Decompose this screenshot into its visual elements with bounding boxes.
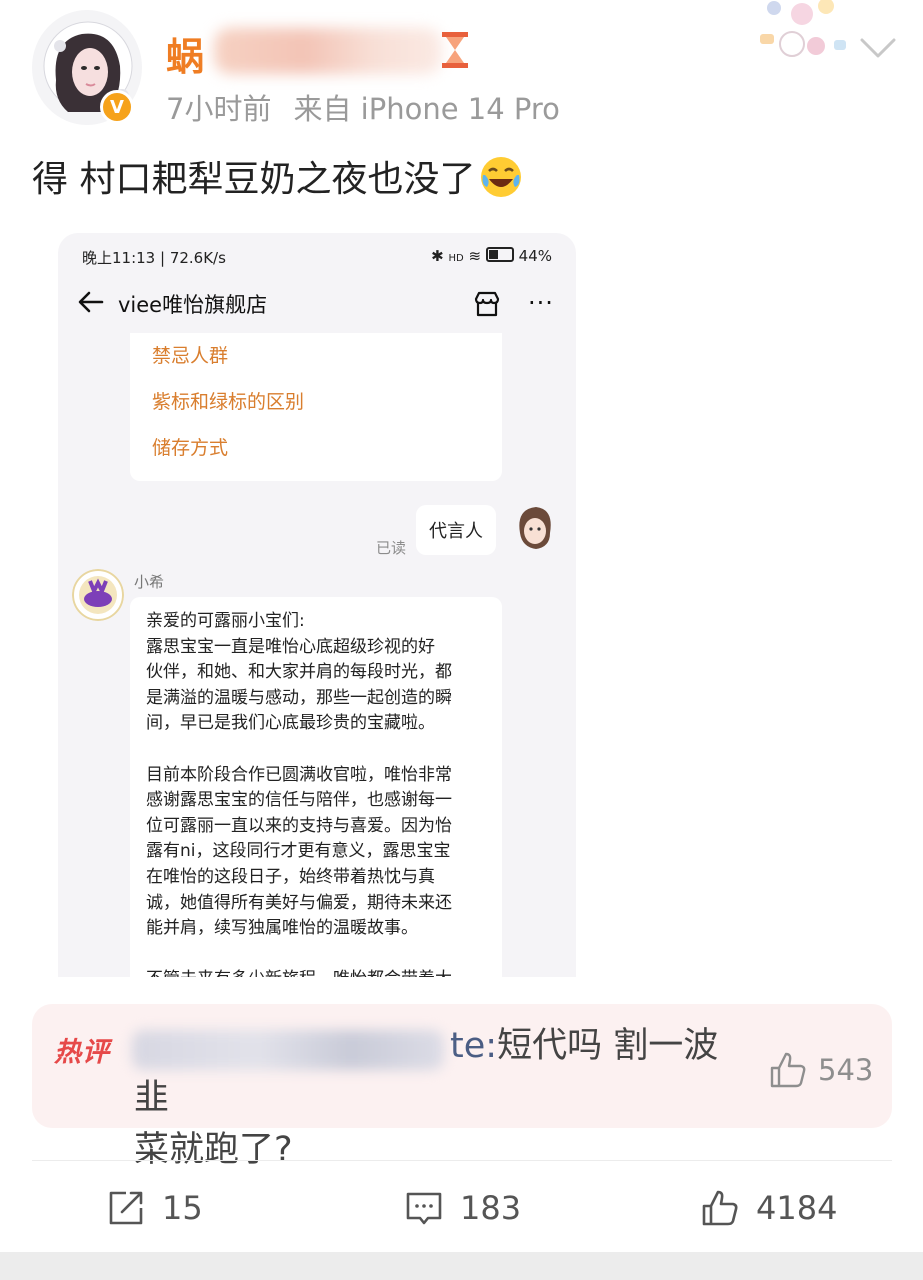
- thumbs-up-icon: [770, 1052, 806, 1088]
- bot-line: 位可露丽一直以来的支持与喜爱。因为怡: [146, 815, 452, 836]
- like-button[interactable]: 4184: [700, 1184, 837, 1232]
- comment-count: 183: [460, 1189, 522, 1227]
- shop-title: viee唯怡旗舰店: [118, 293, 268, 317]
- bluetooth-icon: ✱: [431, 247, 444, 265]
- bot-line: 是满溢的温暖与感动，那些一起创造的瞬: [146, 687, 452, 708]
- thumbs-up-icon: [702, 1190, 738, 1226]
- faq-item-label-difference[interactable]: 紫标和绿标的区别: [152, 387, 304, 414]
- post-meta: 7小时前 来自 iPhone 14 Pro: [166, 86, 560, 128]
- status-time-speed: 晚上11:13 | 72.6K/s: [82, 249, 226, 267]
- bot-line: 间，早已是我们心底最珍贵的宝藏啦。: [146, 713, 435, 734]
- card-decoration-icon: [760, 0, 846, 57]
- my-message-bubble: 代言人: [416, 505, 496, 555]
- bot-line: 伙伴，和她、和大家并肩的每段时光，都: [146, 662, 452, 683]
- repost-count: 15: [162, 1189, 203, 1227]
- laughing-tears-emoji-icon: [481, 157, 522, 197]
- wifi-icon: ≋: [468, 247, 482, 265]
- bot-name: 小希: [134, 573, 165, 591]
- blurred-commenter-name: [132, 1030, 444, 1070]
- back-arrow-icon[interactable]: [76, 287, 106, 317]
- hot-comment[interactable]: 热评 te:短代吗 割一波韭 菜就跑了? 543: [32, 1004, 892, 1170]
- hot-comment-line2: 菜就跑了?: [134, 1130, 293, 1170]
- bot-line: 能并肩，续写独属唯怡的温暖故事。: [146, 918, 418, 939]
- bot-line: 在唯怡的这段日子，始终带着热忱与真: [146, 866, 435, 887]
- read-receipt: 已读: [376, 539, 407, 557]
- hot-comment-author[interactable]: te: [450, 1026, 485, 1066]
- hot-comment-badge: 热评: [54, 1037, 110, 1068]
- bot-avatar: [72, 569, 124, 621]
- bot-line: 诚，她值得所有美好与偏爱，期待未来还: [146, 892, 452, 913]
- hd-signal-icon: HD: [448, 253, 464, 264]
- comment-button[interactable]: 183: [404, 1184, 521, 1232]
- faq-item-contraindications[interactable]: 禁忌人群: [152, 341, 228, 368]
- blurred-username: [214, 28, 442, 74]
- user-avatar: [519, 507, 551, 549]
- hourglass-icon: [442, 32, 468, 68]
- status-icons: ✱ HD ≋ 44%: [431, 247, 552, 265]
- bot-line-gap: [146, 737, 491, 763]
- bot-line: 感谢露思宝宝的信任与陪伴，也感谢每一: [146, 790, 452, 811]
- post-time: 7小时前: [166, 92, 272, 126]
- like-count: 4184: [756, 1189, 838, 1227]
- hot-comment-like-button[interactable]: 543: [768, 1050, 873, 1090]
- verified-badge-icon: V: [100, 90, 134, 124]
- comment-icon: [406, 1192, 442, 1225]
- store-icon[interactable]: [472, 289, 502, 319]
- author-name[interactable]: 蜗: [166, 26, 204, 81]
- bot-message-text: 亲爱的可露丽小宝们: 露思宝宝一直是唯怡心底超级珍视的好 伙伴，和她、和大家并肩…: [146, 609, 491, 977]
- bot-line: 不管未来有多少新旅程，唯怡都会带着大: [146, 967, 491, 977]
- bot-line: 露有ni，这段同行才更有意义，露思宝宝: [146, 841, 451, 862]
- phone-status-bar: 晚上11:13 | 72.6K/s ✱ HD ≋ 44%: [82, 247, 552, 271]
- post-source: 来自 iPhone 14 Pro: [293, 92, 560, 126]
- bot-line: 露思宝宝一直是唯怡心底超级珍视的好: [146, 636, 435, 657]
- chevron-down-icon[interactable]: [858, 34, 898, 62]
- post-text: 得 村口耙犁豆奶之夜也没了: [32, 150, 523, 202]
- battery-icon: [485, 247, 514, 262]
- bot-line: 目前本阶段合作已圆满收官啦，唯怡非常: [146, 764, 452, 785]
- bot-line-gap: [146, 942, 491, 968]
- faq-item-storage[interactable]: 储存方式: [152, 433, 228, 460]
- action-bar-divider: [32, 1160, 892, 1161]
- bot-message-bubble: 亲爱的可露丽小宝们: 露思宝宝一直是唯怡心底超级珍视的好 伙伴，和她、和大家并肩…: [130, 597, 502, 977]
- more-options-icon[interactable]: ···: [528, 289, 554, 317]
- repost-icon: [109, 1191, 143, 1225]
- bot-line: 亲爱的可露丽小宝们:: [146, 611, 305, 631]
- battery-percent: 44%: [518, 247, 552, 265]
- repost-button[interactable]: 15: [106, 1184, 203, 1232]
- faq-menu-card: 禁忌人群 紫标和绿标的区别 储存方式: [130, 333, 502, 481]
- bottom-separator: [0, 1252, 923, 1280]
- attached-screenshot[interactable]: 晚上11:13 | 72.6K/s ✱ HD ≋ 44% viee唯怡旗舰店 ·…: [58, 233, 576, 977]
- hot-comment-like-count: 543: [818, 1053, 874, 1087]
